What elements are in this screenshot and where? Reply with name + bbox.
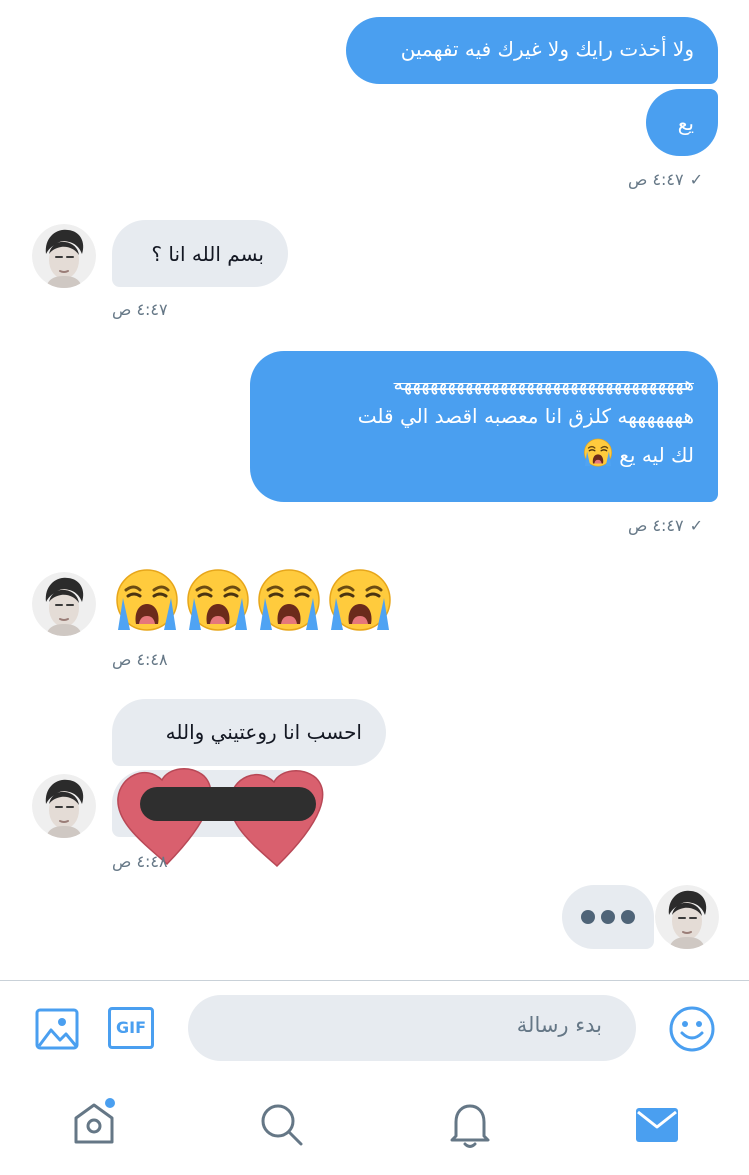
messages-icon — [636, 1108, 678, 1142]
message-text-line: هههههههه كلزق انا معصبه اقصد الي قلت — [357, 404, 694, 428]
message-text: ولا أخذت رايك ولا غيرك فيه تفهمين — [400, 37, 694, 61]
avatar-image — [32, 224, 96, 288]
message-timestamp: ٤:٤٨ ص — [112, 852, 168, 871]
message-text: احسب انا روعتيني والله — [165, 720, 362, 744]
gif-button[interactable]: GIF — [108, 1007, 154, 1049]
avatar[interactable] — [32, 774, 96, 838]
timestamp-text: ٤:٤٨ ص — [112, 852, 168, 871]
timestamp-text: ٤:٤٧ ص — [628, 516, 684, 535]
avatar-image — [32, 572, 96, 636]
message-text-line-wrapper: لك ليه يع — [264, 433, 694, 477]
message-text: يع — [677, 111, 694, 135]
nav-search[interactable] — [258, 1101, 306, 1149]
emoji-icon — [669, 1006, 715, 1052]
loudly-crying-face-emoji — [114, 568, 180, 634]
nav-messages[interactable] — [634, 1104, 680, 1146]
timestamp-text: ٤:٤٨ ص — [112, 650, 168, 669]
read-check-icon: ✓ — [689, 516, 704, 535]
typing-indicator-bubble — [562, 885, 654, 949]
image-icon — [35, 1008, 79, 1050]
message-input[interactable]: بدء رسالة — [188, 995, 636, 1061]
home-icon — [74, 1098, 115, 1144]
loudly-crying-face-emoji — [256, 568, 322, 634]
emoji-button[interactable] — [668, 1005, 716, 1053]
message-timestamp: ٤:٤٧ ص — [112, 300, 168, 319]
avatar[interactable] — [32, 224, 96, 288]
avatar-image — [32, 774, 96, 838]
gif-label: GIF — [115, 1018, 146, 1037]
redaction-bar — [140, 787, 316, 821]
outgoing-message-bubble[interactable]: ولا أخذت رايك ولا غيرك فيه تفهمين — [346, 17, 718, 84]
incoming-message-bubble[interactable]: بسم الله انا ؟ — [112, 220, 288, 287]
emoji-only-message[interactable] — [114, 568, 394, 634]
notification-dot — [105, 1098, 115, 1108]
loudly-crying-face-emoji — [583, 438, 613, 468]
timestamp-text: ٤:٤٧ ص — [628, 170, 684, 189]
image-button[interactable] — [34, 1006, 80, 1052]
typing-dots-icon — [581, 910, 635, 924]
typing-user-avatar[interactable] — [655, 885, 719, 949]
nav-home[interactable] — [70, 1098, 118, 1148]
composer-divider — [0, 980, 749, 981]
nav-notifications[interactable] — [446, 1100, 494, 1150]
outgoing-message-bubble[interactable]: يع — [646, 89, 718, 156]
message-text: بسم الله انا ؟ — [151, 242, 264, 266]
message-input-placeholder: بدء رسالة — [516, 1013, 602, 1037]
loudly-crying-face-emoji — [327, 568, 393, 634]
message-text-line: لك ليه يع — [619, 443, 694, 467]
message-text-line: هههههههههههههههههههههههههههههههههه — [393, 373, 694, 395]
incoming-message-bubble[interactable]: احسب انا روعتيني والله — [112, 699, 386, 766]
message-timestamp: ٤:٤٨ ص — [112, 650, 168, 669]
message-timestamp: ✓ ٤:٤٧ ص — [628, 170, 703, 189]
read-check-icon: ✓ — [689, 170, 704, 189]
timestamp-text: ٤:٤٧ ص — [112, 300, 168, 319]
search-icon — [261, 1104, 303, 1146]
loudly-crying-face-emoji — [185, 568, 251, 634]
avatar-image — [655, 885, 719, 949]
notifications-icon — [450, 1104, 490, 1148]
outgoing-message-bubble[interactable]: هههههههههههههههههههههههههههههههههه ههههه… — [250, 351, 718, 502]
message-timestamp: ✓ ٤:٤٧ ص — [628, 516, 703, 535]
avatar[interactable] — [32, 572, 96, 636]
